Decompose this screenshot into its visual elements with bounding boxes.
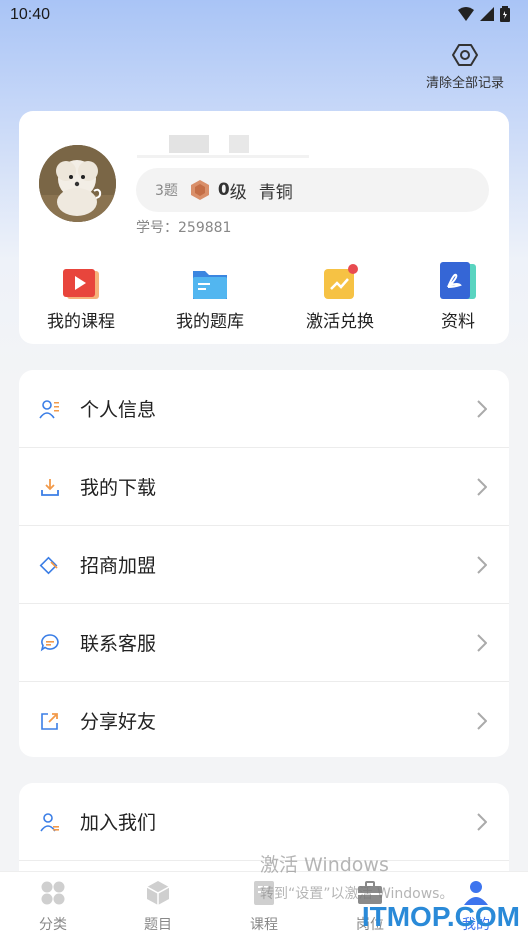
medal-icon bbox=[190, 180, 209, 200]
menu-item-label: 加入我们 bbox=[80, 812, 157, 834]
chevron-right-icon bbox=[477, 555, 487, 574]
category-icon bbox=[41, 881, 65, 905]
pdf-document-icon bbox=[440, 262, 476, 299]
username-redacted-part bbox=[229, 135, 249, 153]
chevron-right-icon bbox=[477, 477, 487, 496]
menu-item-my-downloads[interactable]: 我的下载 bbox=[19, 448, 509, 525]
menu-item-personal-info[interactable]: 个人信息 bbox=[19, 370, 509, 447]
windows-activation-watermark: 激活 Windows 转到“设置”以激活 Windows。 bbox=[260, 850, 453, 903]
nav-label: 课程 bbox=[250, 917, 278, 933]
watermark-line1: 激活 Windows bbox=[260, 854, 389, 876]
student-id: 学号：259881 bbox=[136, 220, 232, 236]
battery-icon bbox=[500, 6, 510, 22]
video-course-icon bbox=[63, 269, 99, 299]
status-time: 10:40 bbox=[10, 6, 51, 23]
chat-bubble-icon bbox=[39, 632, 61, 654]
avatar[interactable] bbox=[39, 145, 116, 222]
cube-icon bbox=[146, 881, 170, 905]
chevron-right-icon bbox=[477, 633, 487, 652]
wifi-icon bbox=[458, 7, 474, 21]
menu-item-label: 分享好友 bbox=[80, 711, 157, 733]
question-count: 3题 bbox=[155, 183, 178, 199]
nav-label: 分类 bbox=[39, 917, 67, 933]
shortcut-label: 我的题库 bbox=[176, 312, 244, 332]
watermark-line2: 转到“设置”以激活 Windows。 bbox=[260, 886, 454, 902]
status-icons bbox=[458, 6, 510, 22]
clear-records-label: 清除全部记录 bbox=[425, 76, 504, 91]
chevron-right-icon bbox=[477, 399, 487, 418]
clear-records-button[interactable]: 清除全部记录 bbox=[420, 42, 510, 91]
brand-watermark: ITMOP.COM bbox=[361, 901, 520, 932]
username-underline bbox=[137, 155, 309, 158]
menu-item-label: 我的下载 bbox=[80, 477, 157, 499]
level-number: 0 bbox=[217, 180, 230, 200]
shortcut-label: 我的课程 bbox=[47, 312, 115, 332]
shortcut-label: 激活兑换 bbox=[306, 312, 374, 332]
status-bar: 10:40 bbox=[0, 0, 528, 30]
shortcut-activation[interactable]: 激活兑换 bbox=[285, 261, 395, 332]
chevron-right-icon bbox=[477, 812, 487, 831]
profile-card: 3题 0 级 青铜 学号：259881 我的课程 我的题库 激活兑换 资料 bbox=[19, 111, 509, 344]
shortcut-materials[interactable]: 资料 bbox=[403, 261, 513, 332]
download-icon bbox=[39, 476, 61, 498]
level-pill[interactable]: 3题 0 级 青铜 bbox=[136, 168, 489, 212]
menu-item-share-friends[interactable]: 分享好友 bbox=[19, 682, 509, 759]
menu-item-franchise[interactable]: 招商加盟 bbox=[19, 526, 509, 603]
menu-card: 个人信息 我的下载 招商加盟 联系客服 分享好友 bbox=[19, 370, 509, 757]
share-icon bbox=[39, 710, 61, 732]
gear-icon bbox=[452, 44, 478, 66]
nav-tab-questions[interactable]: 题目 bbox=[128, 880, 188, 934]
menu-item-label: 联系客服 bbox=[80, 633, 157, 655]
rank-label: 青铜 bbox=[258, 182, 293, 203]
level-suffix: 级 bbox=[229, 182, 247, 203]
shortcut-my-courses[interactable]: 我的课程 bbox=[26, 261, 136, 332]
menu-item-customer-service[interactable]: 联系客服 bbox=[19, 604, 509, 681]
join-us-icon bbox=[39, 811, 61, 833]
menu-item-label: 招商加盟 bbox=[80, 555, 157, 577]
handshake-icon bbox=[39, 554, 61, 576]
cellular-signal-icon bbox=[480, 7, 494, 21]
menu-item-join-us[interactable]: 加入我们 bbox=[19, 783, 509, 860]
nav-label: 题目 bbox=[144, 917, 172, 933]
chevron-right-icon bbox=[477, 711, 487, 730]
shortcut-label: 资料 bbox=[441, 312, 475, 332]
shortcut-my-question-bank[interactable]: 我的题库 bbox=[155, 261, 265, 332]
username-redacted bbox=[169, 135, 209, 153]
user-info-icon bbox=[39, 398, 61, 420]
menu-item-label: 个人信息 bbox=[80, 399, 157, 421]
avatar-image bbox=[39, 145, 116, 222]
activation-icon bbox=[324, 264, 358, 299]
nav-tab-category[interactable]: 分类 bbox=[23, 880, 83, 934]
folder-icon bbox=[193, 271, 227, 299]
